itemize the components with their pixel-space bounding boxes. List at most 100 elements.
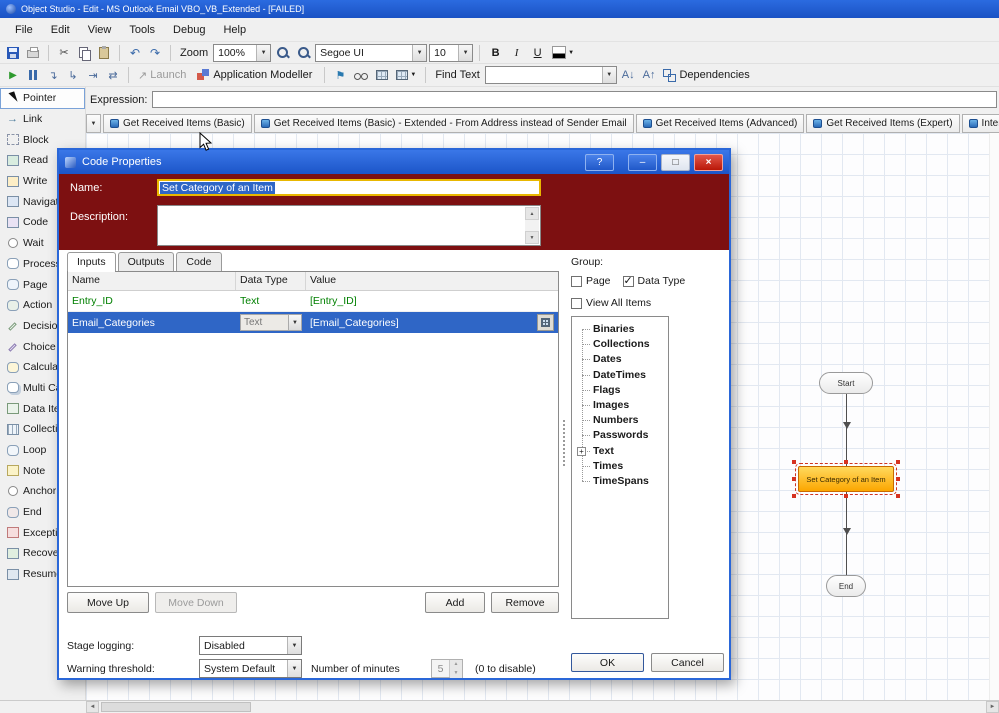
go-button[interactable]: ▶ <box>4 66 22 84</box>
move-up-button[interactable]: Move Up <box>67 592 149 613</box>
toolbox-item-link[interactable]: →Link <box>0 109 85 130</box>
menu-view[interactable]: View <box>79 20 121 40</box>
font-color-button[interactable]: ▼ <box>549 44 577 62</box>
dependencies-button[interactable]: Dependencies <box>660 66 755 84</box>
copy-button[interactable] <box>75 44 93 62</box>
page-tab-5[interactable]: Internal_Get Items <box>962 114 999 133</box>
bold-button[interactable]: B <box>486 44 505 62</box>
tab-list-button[interactable]: ▼ <box>86 114 101 133</box>
name-field[interactable]: Set Category of an Item <box>157 179 541 196</box>
page-checkbox[interactable]: Page <box>571 275 611 287</box>
tree-item-flags[interactable]: Flags <box>576 383 668 398</box>
print-button[interactable] <box>24 44 42 62</box>
reset-button[interactable]: ⇄ <box>104 66 122 84</box>
italic-button[interactable]: I <box>507 44 526 62</box>
menu-tools[interactable]: Tools <box>120 20 164 40</box>
warning-threshold-select[interactable]: System Default ▼ <box>199 659 302 678</box>
minimize-button[interactable]: – <box>628 154 657 171</box>
help-button[interactable]: ? <box>585 154 614 171</box>
tree-item-binaries[interactable]: Binaries <box>576 322 668 337</box>
underline-button[interactable]: U <box>528 44 547 62</box>
page-tab-4[interactable]: Get Received Items (Expert) <box>806 114 959 133</box>
add-button[interactable]: Add <box>425 592 485 613</box>
cancel-button[interactable]: Cancel <box>651 653 724 672</box>
font-size-select[interactable]: 10 ▼ <box>429 44 473 62</box>
menu-file[interactable]: File <box>6 20 42 40</box>
tree-item-text[interactable]: Text <box>576 444 668 459</box>
flow-node-end[interactable]: End <box>826 575 866 597</box>
description-scrollbar[interactable]: ▲ ▼ <box>525 207 539 244</box>
stepper-arrows[interactable]: ▲▼ <box>449 660 462 677</box>
tree-item-collections[interactable]: Collections <box>576 337 668 352</box>
panel-splitter[interactable] <box>563 420 565 466</box>
tree-item-dates[interactable]: Dates <box>576 352 668 367</box>
page-tab-1[interactable]: Get Received Items (Basic) <box>103 114 252 133</box>
expand-plus-icon[interactable] <box>577 447 586 456</box>
menu-edit[interactable]: Edit <box>42 20 79 40</box>
data-type-select[interactable]: Text ▼ <box>240 314 302 331</box>
close-button[interactable]: × <box>694 154 723 171</box>
tree-item-timespans[interactable]: TimeSpans <box>576 474 668 489</box>
spin-down-icon[interactable]: ▼ <box>450 669 462 678</box>
step-button[interactable]: ↴ <box>44 66 62 84</box>
watches-button[interactable] <box>351 66 371 84</box>
page-tab-2[interactable]: Get Received Items (Basic) - Extended - … <box>254 114 634 133</box>
spin-up-icon[interactable]: ▲ <box>450 660 462 669</box>
find-previous-button[interactable]: A↑ <box>640 66 659 84</box>
paste-button[interactable] <box>95 44 113 62</box>
collection-view-button[interactable] <box>373 66 391 84</box>
tree-item-times[interactable]: Times <box>576 459 668 474</box>
scroll-up-icon[interactable]: ▲ <box>525 207 539 220</box>
view-all-items-checkbox[interactable]: View All Items <box>571 297 651 309</box>
remove-button[interactable]: Remove <box>491 592 559 613</box>
ok-button[interactable]: OK <box>571 653 644 672</box>
save-button[interactable] <box>4 44 22 62</box>
window-titlebar[interactable]: Object Studio - Edit - MS Outlook Email … <box>0 0 999 18</box>
scroll-left-icon[interactable]: ◄ <box>86 701 99 713</box>
pause-button[interactable] <box>24 66 42 84</box>
dialog-titlebar[interactable]: Code Properties ? – □ × <box>59 150 729 174</box>
grid-view-button[interactable]: ▼ <box>393 66 419 84</box>
redo-button[interactable]: ↷ <box>146 44 164 62</box>
input-row-entry-id[interactable]: Entry_ID Text [Entry_ID] <box>68 291 558 312</box>
expression-input[interactable] <box>152 91 997 108</box>
tab-inputs[interactable]: Inputs <box>67 252 116 271</box>
zoom-in-button[interactable] <box>273 44 292 62</box>
data-type-checkbox[interactable]: Data Type <box>623 275 686 287</box>
menu-debug[interactable]: Debug <box>164 20 214 40</box>
toolbox-item-pointer[interactable]: Pointer <box>0 88 85 109</box>
stage-logging-select[interactable]: Disabled ▼ <box>199 636 302 655</box>
flow-node-start[interactable]: Start <box>819 372 873 394</box>
undo-button[interactable]: ↶ <box>126 44 144 62</box>
zoom-out-button[interactable] <box>294 44 313 62</box>
find-text-input[interactable]: ▼ <box>485 66 617 84</box>
tree-item-images[interactable]: Images <box>576 398 668 413</box>
move-down-button[interactable]: Move Down <box>155 592 237 613</box>
find-next-button[interactable]: A↓ <box>619 66 638 84</box>
canvas-hscrollbar[interactable]: ◄ ► <box>0 700 999 713</box>
minutes-stepper[interactable]: 5 ▲▼ <box>431 659 463 678</box>
page-tab-3[interactable]: Get Received Items (Advanced) <box>636 114 805 133</box>
input-row-email-categories[interactable]: Email_Categories Text ▼ [Email_Categorie… <box>68 312 558 333</box>
description-field[interactable]: ▲ ▼ <box>157 205 541 246</box>
tree-item-numbers[interactable]: Numbers <box>576 413 668 428</box>
tree-item-datetimes[interactable]: DateTimes <box>576 368 668 383</box>
flow-node-set-category[interactable]: Set Category of an Item <box>798 466 894 492</box>
step-out-button[interactable]: ⇥ <box>84 66 102 84</box>
launch-button[interactable]: ↗ Launch <box>135 66 192 84</box>
scroll-down-icon[interactable]: ▼ <box>525 231 539 244</box>
scroll-right-icon[interactable]: ► <box>986 701 999 713</box>
scrollbar-thumb[interactable] <box>101 702 251 712</box>
application-modeller-button[interactable]: Application Modeller <box>194 66 318 84</box>
menu-help[interactable]: Help <box>214 20 255 40</box>
flow-connector[interactable] <box>846 394 847 466</box>
tab-code[interactable]: Code <box>176 252 221 271</box>
tree-item-passwords[interactable]: Passwords <box>576 428 668 443</box>
edit-value-button[interactable] <box>537 314 554 331</box>
cut-button[interactable]: ✂ <box>55 44 73 62</box>
step-over-button[interactable]: ↳ <box>64 66 82 84</box>
flow-connector[interactable] <box>846 492 847 575</box>
zoom-select[interactable]: 100% ▼ <box>213 44 271 62</box>
maximize-button[interactable]: □ <box>661 154 690 171</box>
tab-outputs[interactable]: Outputs <box>118 252 175 271</box>
